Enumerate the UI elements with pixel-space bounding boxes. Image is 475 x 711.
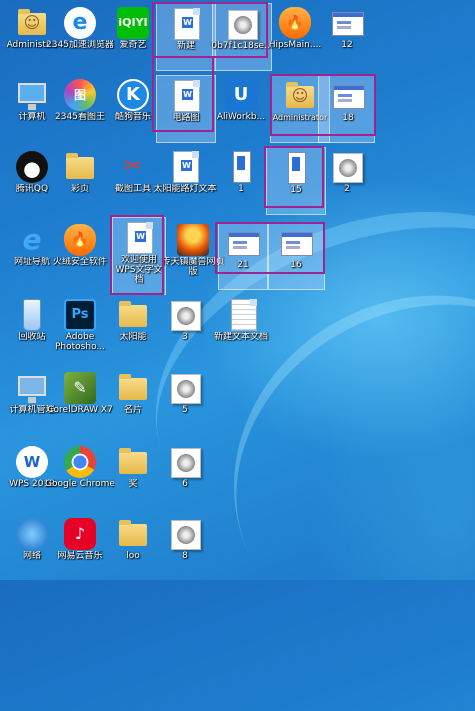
computer-icon xyxy=(16,79,48,111)
computer-management-icon xyxy=(16,372,48,404)
folder-icon xyxy=(64,151,96,183)
user-icon: ☺ xyxy=(16,7,48,39)
folder-icon xyxy=(117,372,149,404)
desktop-icon-taiyangneng[interactable]: 太阳能 xyxy=(104,295,162,361)
netease-music-icon: ♪ xyxy=(64,518,96,550)
desktop-icon-18[interactable]: 18 xyxy=(318,75,375,143)
picture-viewer-icon: 图 xyxy=(64,79,96,111)
folder-icon xyxy=(117,299,149,331)
desktop-icon-chrome[interactable]: Google Chrome xyxy=(45,442,115,508)
aliworkbench-icon: U xyxy=(225,79,257,111)
screenshot-file-icon xyxy=(280,152,312,184)
desktop-icon-loo[interactable]: loo xyxy=(104,514,162,580)
screenshot-file-icon xyxy=(227,227,260,259)
user-folder-icon: ☺ xyxy=(284,80,316,112)
wps-document-icon: W xyxy=(170,8,202,40)
kugou-music-icon: K xyxy=(117,79,149,111)
wps-document-icon: W xyxy=(170,80,202,112)
desktop-icon-21[interactable]: 21 xyxy=(218,222,268,290)
screenshot-file-icon xyxy=(280,227,313,259)
scissors-icon: ✂ xyxy=(123,154,143,179)
desktop-icon-snipping-tool[interactable]: ✂ 截图工具 xyxy=(104,147,162,213)
screenshot-file-icon xyxy=(225,151,257,183)
desktop-icon-2345-browser[interactable]: e 2345加速浏览器 xyxy=(46,3,114,69)
desktop-icon-netease-music[interactable]: ♪ 网易云音乐 xyxy=(51,514,109,580)
desktop: ☺ Administr... e 2345加速浏览器 iQIYI 爱奇艺 W 新… xyxy=(0,0,475,580)
desktop-icon-12[interactable]: 12 xyxy=(318,3,376,69)
fire-shield-icon: 🔥 xyxy=(279,7,311,39)
desktop-icon-1[interactable]: 1 xyxy=(212,147,270,213)
folder-icon xyxy=(117,446,149,478)
recycle-bin-icon xyxy=(16,299,48,331)
desktop-icon-mingpian[interactable]: 名片 xyxy=(104,368,162,434)
chrome-icon xyxy=(64,446,96,478)
browser-e-icon: e xyxy=(64,7,96,39)
desktop-icon-photoshop[interactable]: Ps Adobe Photosho... xyxy=(51,295,109,361)
desktop-icon-xinjian[interactable]: W 新建 xyxy=(156,3,216,71)
desktop-icon-coreldraw[interactable]: ✎ CorelDRAW X7 xyxy=(47,368,113,434)
image-file-icon xyxy=(169,299,201,331)
wps-document-icon: W xyxy=(169,151,201,183)
iqiyi-icon: iQIYI xyxy=(117,7,149,39)
desktop-icon-new-text-doc[interactable]: 新建文本文档 xyxy=(212,295,270,361)
fire-shield-icon: 🔥 xyxy=(64,224,96,256)
desktop-icon-dianlutu[interactable]: W 电路图 xyxy=(156,75,216,143)
coreldraw-icon: ✎ xyxy=(64,372,96,404)
desktop-icon-6[interactable]: 6 xyxy=(156,442,214,508)
screenshot-file-icon xyxy=(332,80,365,112)
folder-icon xyxy=(117,518,149,550)
photoshop-icon: Ps xyxy=(64,299,96,331)
desktop-icon-huorong[interactable]: 🔥 火绒安全软件 xyxy=(51,220,109,286)
image-file-icon xyxy=(226,8,258,40)
image-file-icon xyxy=(169,518,201,550)
wps-document-icon: W xyxy=(123,222,155,254)
desktop-icon-2345-viewer[interactable]: 图 2345看图王 xyxy=(51,75,109,141)
game-character-icon xyxy=(177,224,209,256)
desktop-icon-5[interactable]: 5 xyxy=(156,368,214,434)
desktop-icon-welcome-wps[interactable]: W 欢迎使用WPS文字文档 xyxy=(112,217,166,295)
desktop-icon-solar-lamp-doc[interactable]: W 太阳能路灯文本 xyxy=(153,147,217,213)
image-file-icon xyxy=(169,446,201,478)
desktop-icon-16[interactable]: 16 xyxy=(268,222,325,290)
image-file-icon xyxy=(331,151,363,183)
desktop-icon-kugou[interactable]: K 酷狗音乐 xyxy=(104,75,162,141)
desktop-icon-hipsmain[interactable]: 🔥 HipsMain.... xyxy=(266,3,324,69)
desktop-icon-caiye[interactable]: 彩页 xyxy=(51,147,109,213)
desktop-icon-aliworkbench[interactable]: U AliWorkb... xyxy=(212,75,270,141)
desktop-icon-15[interactable]: 15 xyxy=(266,147,326,215)
internet-explorer-icon: e xyxy=(22,223,42,256)
desktop-icon-2[interactable]: 2 xyxy=(318,147,376,213)
text-file-icon xyxy=(225,299,257,331)
screenshot-file-icon xyxy=(331,7,364,39)
desktop-icon-game[interactable]: 传天镇魔兽网页版 xyxy=(161,220,225,286)
wps-icon: W xyxy=(16,446,48,478)
qq-penguin-icon xyxy=(16,151,48,183)
desktop-icon-jiang[interactable]: 奖 xyxy=(104,442,162,508)
desktop-icon-8[interactable]: 8 xyxy=(156,514,214,580)
image-file-icon xyxy=(169,372,201,404)
desktop-icon-iqiyi[interactable]: iQIYI 爱奇艺 xyxy=(104,3,162,69)
desktop-icon-photo-0b7f[interactable]: 0b7f1c18se... xyxy=(211,3,273,71)
network-icon xyxy=(16,518,48,550)
desktop-icon-3[interactable]: 3 xyxy=(156,295,214,361)
